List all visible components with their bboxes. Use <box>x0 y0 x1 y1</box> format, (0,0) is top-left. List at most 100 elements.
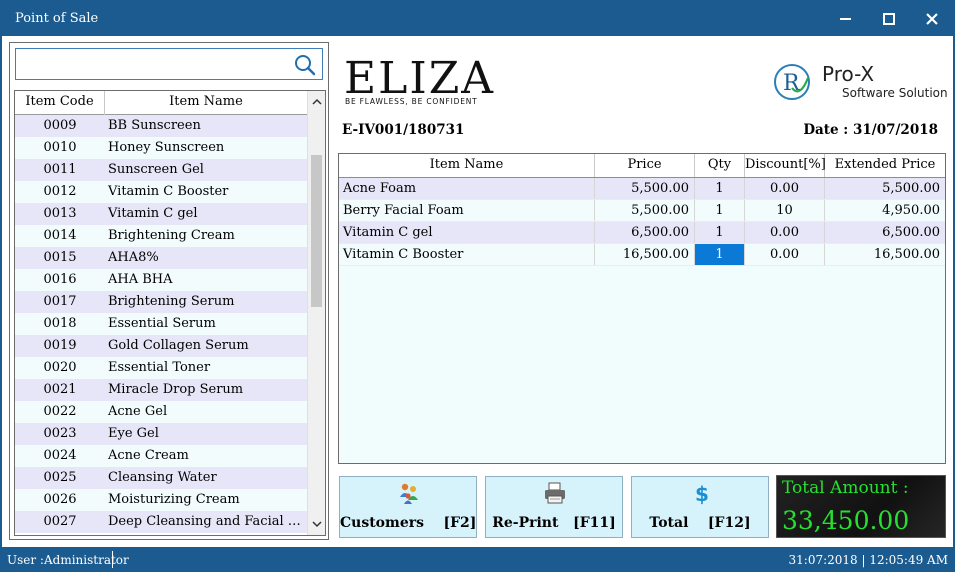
item-list-row[interactable]: 0012 Vitamin C Booster <box>15 181 307 203</box>
item-code-cell: 0020 <box>43 360 77 375</box>
maximize-button[interactable] <box>868 2 910 36</box>
item-list-row[interactable]: 0023 Eye Gel <box>15 423 307 445</box>
invoice-date: Date : 31/07/2018 <box>803 122 938 138</box>
reprint-button-label: Re-Print [F11] <box>492 515 616 531</box>
item-list-row[interactable]: 0020 Essential Toner <box>15 357 307 379</box>
item-list-row[interactable]: 0017 Brightening Serum <box>15 291 307 313</box>
eliza-logo-tagline: BE FLAWLESS, BE CONFIDENT <box>345 97 478 106</box>
item-code-cell: 0012 <box>43 184 77 199</box>
item-name-cell: Vitamin C gel <box>339 222 595 243</box>
maximize-icon <box>883 13 895 25</box>
customers-button[interactable]: Customers [F2] <box>339 476 477 538</box>
reprint-button[interactable]: Re-Print [F11] <box>485 476 623 538</box>
qty-cell[interactable]: 1 <box>695 200 745 221</box>
scroll-down-button[interactable] <box>308 515 325 533</box>
item-name-cell: Vitamin C Booster <box>108 184 229 199</box>
item-name-cell: Honey Sunscreen <box>108 140 225 155</box>
price-cell: 5,500.00 <box>595 200 695 221</box>
item-list-row[interactable]: 0016 AHA BHA <box>15 269 307 291</box>
search-box <box>15 48 323 80</box>
qty-cell[interactable]: 1 <box>695 222 745 243</box>
item-name-cell: Acne Gel <box>108 404 168 419</box>
item-name-cell: Miracle Drop Serum <box>108 382 244 397</box>
item-list-row[interactable]: 0009 BB Sunscreen <box>15 115 307 137</box>
search-input[interactable] <box>18 51 288 77</box>
extended-price-cell: 16,500.00 <box>873 247 940 262</box>
qty-cell[interactable]: 1 <box>695 178 745 199</box>
item-list-grid: Item Code Item Name 0009 BB Sunscreen 0010… <box>14 90 326 536</box>
item-name-cell: Essential Toner <box>108 360 211 375</box>
minimize-button[interactable] <box>825 2 867 36</box>
close-icon <box>926 13 938 25</box>
item-list-row[interactable]: 0014 Brightening Cream <box>15 225 307 247</box>
item-list-row[interactable]: 0011 Sunscreen Gel <box>15 159 307 181</box>
item-code-cell: 0024 <box>43 448 77 463</box>
sale-row[interactable]: Vitamin C Booster 16,500.00 1 0.00 16,500.00 <box>339 244 945 266</box>
column-header-item-name[interactable]: Item Name <box>105 91 307 115</box>
printer-icon <box>545 482 565 504</box>
search-icon[interactable] <box>293 53 317 77</box>
sale-row[interactable]: Berry Facial Foam 5,500.00 1 10 4,950.00 <box>339 200 945 222</box>
item-name-cell: Gold Collagen Serum <box>108 338 249 353</box>
item-code-cell: 0026 <box>43 492 77 507</box>
status-bar: User :Administrator 31:07:2018 | 12:05:4… <box>2 547 953 572</box>
column-header-discount[interactable]: Discount[%] <box>745 154 826 177</box>
discount-cell[interactable]: 0.00 <box>745 244 825 265</box>
scroll-up-button[interactable] <box>308 93 325 111</box>
pos-window: Point of Sale Item Code Item Name 0009 BB… <box>0 0 955 572</box>
item-list-row[interactable]: 0027 Deep Cleansing and Facial Mas... <box>15 511 307 533</box>
item-code-cell: 0023 <box>43 426 77 441</box>
item-name-cell: Brightening Serum <box>108 294 235 309</box>
discount-cell[interactable]: 10 <box>745 200 825 221</box>
sale-row[interactable]: Vitamin C gel 6,500.00 1 0.00 6,500.00 <box>339 222 945 244</box>
minimize-icon <box>840 18 851 20</box>
column-header-item-name[interactable]: Item Name <box>339 154 595 177</box>
item-code-cell: 0016 <box>43 272 77 287</box>
item-list-row[interactable]: 0024 Acne Cream <box>15 445 307 467</box>
item-name-cell: Vitamin C Booster <box>339 244 595 265</box>
qty-cell[interactable]: 1 <box>695 244 745 265</box>
item-list-row[interactable]: 0025 Cleansing Water <box>15 467 307 489</box>
item-list-scrollbar[interactable] <box>307 91 325 535</box>
prox-logo-mark-icon: R <box>774 64 810 100</box>
customers-icon <box>400 483 418 504</box>
discount-cell[interactable]: 0.00 <box>745 178 825 199</box>
item-code-cell: 0027 <box>43 514 77 529</box>
prox-logo-subtitle: Software Solution <box>842 86 948 100</box>
column-header-item-code[interactable]: Item Code <box>15 91 105 115</box>
item-list-row[interactable]: 0015 AHA8% <box>15 247 307 269</box>
item-list-row[interactable]: 0022 Acne Gel <box>15 401 307 423</box>
item-list-row[interactable]: 0021 Miracle Drop Serum <box>15 379 307 401</box>
extended-price-cell: 6,500.00 <box>882 225 940 240</box>
item-code-cell: 0014 <box>43 228 77 243</box>
item-list-row[interactable]: 0018 Essential Serum <box>15 313 307 335</box>
discount-cell[interactable]: 0.00 <box>745 222 825 243</box>
sale-row[interactable]: Acne Foam 5,500.00 1 0.00 5,500.00 <box>339 178 945 200</box>
title-bar: Point of Sale <box>2 2 953 36</box>
chevron-up-icon <box>311 98 322 105</box>
total-button[interactable]: $ Total [F12] <box>631 476 769 538</box>
item-list-row[interactable]: 0010 Honey Sunscreen <box>15 137 307 159</box>
item-name-cell: BB Sunscreen <box>108 118 201 133</box>
item-list-row[interactable]: 0013 Vitamin C gel <box>15 203 307 225</box>
item-name-cell: Vitamin C gel <box>108 206 198 221</box>
column-header-extended-price[interactable]: Extended Price <box>825 154 945 177</box>
sale-grid-header: Item Name Price Qty Discount[%] Extended… <box>339 154 945 178</box>
item-name-cell: Cleansing Water <box>108 470 217 485</box>
price-cell: 6,500.00 <box>595 222 695 243</box>
item-list-row[interactable]: 0026 Moisturizing Cream <box>15 489 307 511</box>
item-name-cell: AHA8% <box>108 250 159 265</box>
extended-price-cell: 5,500.00 <box>882 181 940 196</box>
item-list-rows: 0009 BB Sunscreen 0010 Honey Sunscreen 0011 S… <box>15 115 307 533</box>
close-button[interactable] <box>911 2 953 36</box>
item-name-cell: Eye Gel <box>108 426 159 441</box>
scroll-thumb[interactable] <box>311 155 322 307</box>
item-code-cell: 0022 <box>43 404 77 419</box>
item-code-cell: 0018 <box>43 316 77 331</box>
column-header-price[interactable]: Price <box>595 154 695 177</box>
item-name-cell: Acne Foam <box>339 178 595 199</box>
item-code-cell: 0010 <box>43 140 77 155</box>
price-cell: 16,500.00 <box>595 244 695 265</box>
column-header-qty[interactable]: Qty <box>695 154 745 177</box>
item-list-row[interactable]: 0019 Gold Collagen Serum <box>15 335 307 357</box>
